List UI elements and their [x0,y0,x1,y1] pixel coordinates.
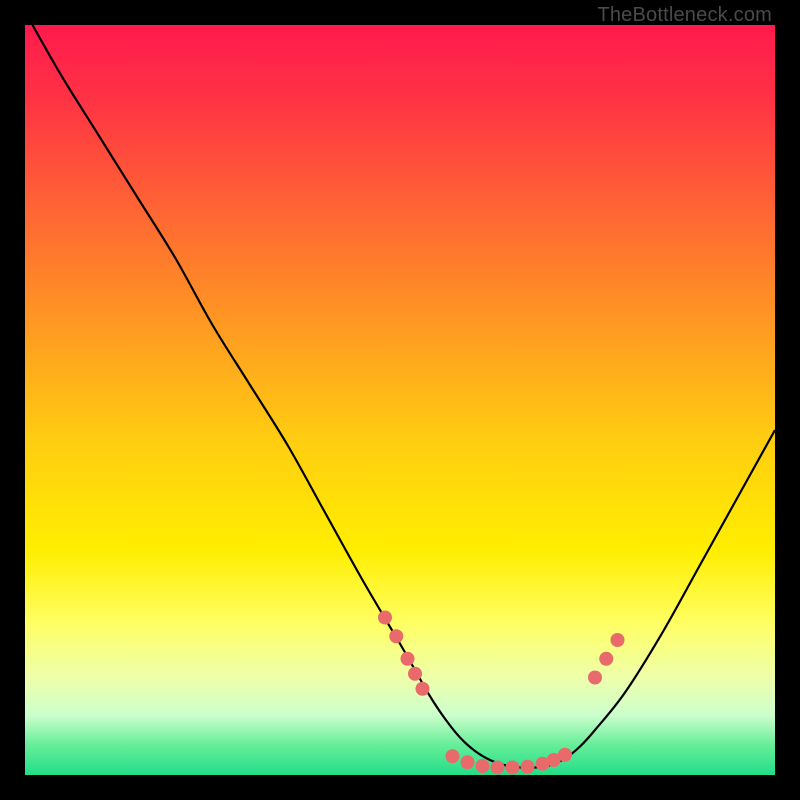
highlight-dot [476,759,490,773]
highlight-dot [588,671,602,685]
highlight-dot [599,652,613,666]
highlight-dot [521,760,535,774]
highlight-dot [461,755,475,769]
highlight-dot [401,652,415,666]
highlight-dot [408,667,422,681]
watermark-text: TheBottleneck.com [597,4,772,27]
chart-container: TheBottleneck.com [0,0,800,800]
highlight-dot [446,749,460,763]
highlight-dot [416,682,430,696]
highlight-dot [558,748,572,762]
highlight-dot [611,633,625,647]
highlight-dots-group [378,611,625,775]
highlight-dot [378,611,392,625]
curve-svg [25,25,775,775]
highlight-dot [491,761,505,775]
highlight-dot [506,761,520,775]
highlight-dot [389,629,403,643]
plot-gradient-background [25,25,775,775]
